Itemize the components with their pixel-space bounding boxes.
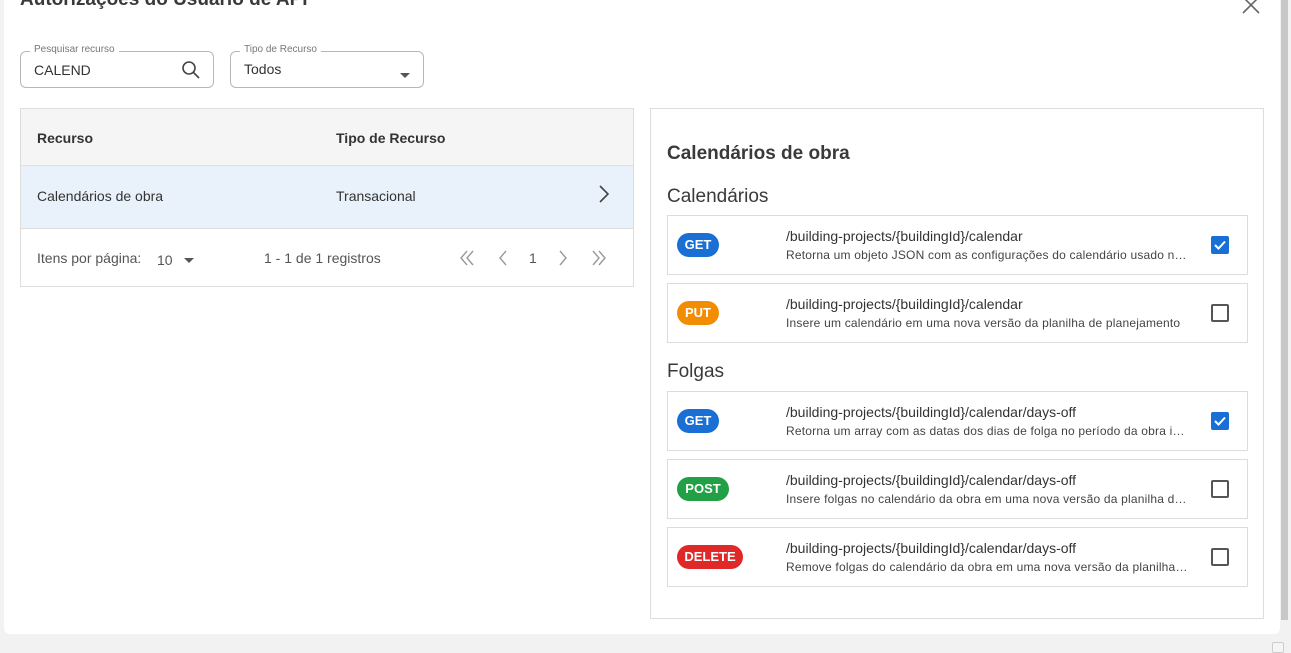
search-input[interactable] xyxy=(34,62,164,78)
table-header: Recurso Tipo de Recurso xyxy=(21,109,633,166)
permission-checkbox[interactable] xyxy=(1211,412,1229,430)
items-per-page-label: Itens por página: xyxy=(37,250,142,266)
endpoint-description: Insere um calendário em uma nova versão … xyxy=(786,316,1181,330)
scrollbar-thumb[interactable] xyxy=(1281,0,1288,620)
dropdown-arrow-icon xyxy=(399,67,411,85)
endpoint-path: /building-projects/{buildingId}/calendar… xyxy=(786,404,1077,420)
vertical-scrollbar[interactable] xyxy=(1280,0,1291,653)
endpoint-item: POST /building-projects/{buildingId}/cal… xyxy=(667,459,1248,519)
section-title-calendarios: Calendários xyxy=(667,186,769,207)
endpoint-description: Remove folgas do calendário da obra em u… xyxy=(786,560,1190,574)
table-row[interactable]: Calendários de obra Transacional xyxy=(21,166,633,229)
method-badge-post: POST xyxy=(677,477,729,501)
endpoint-item: DELETE /building-projects/{buildingId}/c… xyxy=(667,527,1248,587)
paginator: Itens por página: 10 1 - 1 de 1 registro… xyxy=(21,230,633,287)
chevron-down-icon xyxy=(184,258,195,264)
resource-type-label: Tipo de Recurso xyxy=(240,44,321,55)
permission-checkbox[interactable] xyxy=(1211,548,1229,566)
resource-type-value: Todos xyxy=(244,61,282,77)
close-icon[interactable] xyxy=(1240,0,1262,16)
endpoint-description: Retorna um objeto JSON com as configuraç… xyxy=(786,248,1190,262)
chevron-right-icon[interactable] xyxy=(597,184,611,209)
method-badge-get: GET xyxy=(677,409,719,433)
page-size-select[interactable]: 10 xyxy=(157,252,195,268)
method-badge-get: GET xyxy=(677,233,719,257)
previous-page-icon[interactable] xyxy=(497,249,509,272)
resize-corner xyxy=(1272,642,1284,653)
current-page[interactable]: 1 xyxy=(529,250,537,266)
resource-detail-panel: Calendários de obra Calendários GET /bui… xyxy=(650,108,1264,619)
resources-table: Recurso Tipo de Recurso Calendários de o… xyxy=(20,108,634,287)
page-size-value: 10 xyxy=(157,252,173,268)
endpoint-path: /building-projects/{buildingId}/calendar xyxy=(786,296,1023,312)
search-field[interactable]: Pesquisar recurso xyxy=(20,44,214,88)
permission-checkbox[interactable] xyxy=(1211,236,1229,254)
column-header-type[interactable]: Tipo de Recurso xyxy=(336,130,445,146)
method-badge-put: PUT xyxy=(677,301,719,325)
permission-checkbox[interactable] xyxy=(1211,304,1229,322)
endpoint-path: /building-projects/{buildingId}/calendar… xyxy=(786,472,1077,488)
search-field-label: Pesquisar recurso xyxy=(30,44,119,55)
first-page-icon[interactable] xyxy=(459,249,475,272)
column-header-resource[interactable]: Recurso xyxy=(37,130,93,146)
detail-title: Calendários de obra xyxy=(667,143,850,164)
endpoint-item: PUT /building-projects/{buildingId}/cale… xyxy=(667,283,1248,343)
permission-checkbox[interactable] xyxy=(1211,480,1229,498)
next-page-icon[interactable] xyxy=(557,249,569,272)
dialog-title: Autorizações do Usuário de API xyxy=(20,0,308,11)
endpoint-path: /building-projects/{buildingId}/calendar xyxy=(786,228,1023,244)
api-permissions-dialog: Autorizações do Usuário de API Pesquisar… xyxy=(4,0,1280,634)
endpoint-path: /building-projects/{buildingId}/calendar… xyxy=(786,540,1077,556)
last-page-icon[interactable] xyxy=(591,249,607,272)
endpoint-item: GET /building-projects/{buildingId}/cale… xyxy=(667,391,1248,451)
endpoint-description: Retorna um array com as datas dos dias d… xyxy=(786,424,1190,438)
resource-type-select[interactable]: Tipo de Recurso Todos xyxy=(230,44,424,88)
endpoint-item: GET /building-projects/{buildingId}/cale… xyxy=(667,215,1248,275)
row-type-cell: Transacional xyxy=(336,188,416,204)
search-icon[interactable] xyxy=(181,60,201,85)
range-label: 1 - 1 de 1 registros xyxy=(264,250,381,266)
section-title-folgas: Folgas xyxy=(667,361,725,382)
endpoint-description: Insere folgas no calendário da obra em u… xyxy=(786,492,1190,506)
row-resource-cell: Calendários de obra xyxy=(37,188,164,204)
method-badge-delete: DELETE xyxy=(677,545,743,569)
